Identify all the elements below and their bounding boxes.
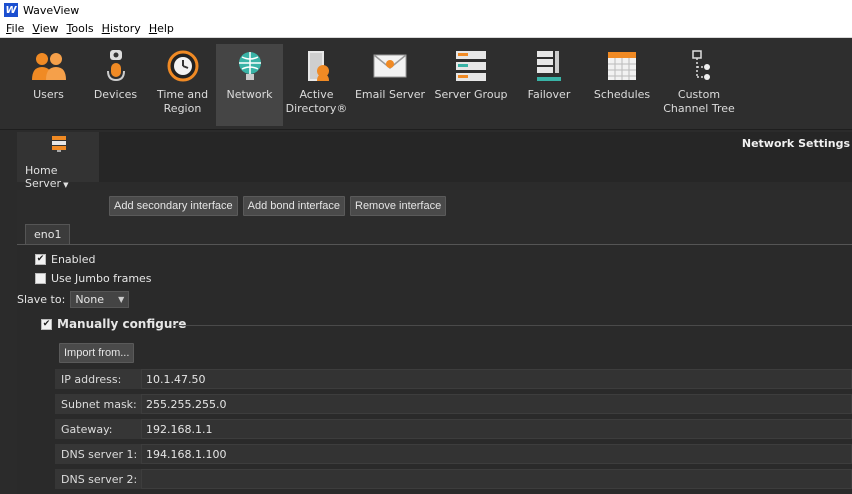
toolbar-devices-button[interactable]: Devices	[82, 44, 149, 126]
home-server-selector[interactable]: Home Server ▼	[17, 132, 99, 190]
toolbar-region-label: Region	[163, 102, 202, 115]
toolbar-custom-channel-tree-button[interactable]: Custom Channel Tree	[658, 44, 740, 126]
jumbo-frames-label: Use Jumbo frames	[51, 272, 152, 285]
channel-tree-icon	[681, 48, 717, 84]
chevron-down-icon: ▼	[118, 295, 125, 304]
slave-to-label: Slave to:	[17, 293, 66, 306]
slave-to-value: None	[75, 293, 105, 306]
window-titlebar: W WaveView	[0, 0, 852, 20]
clock-globe-icon	[165, 48, 201, 84]
network-settings-panel: Add secondary interface Add bond interfa…	[17, 190, 852, 494]
manual-configure-checkbox[interactable]: ✔	[41, 318, 52, 330]
camera-microphone-icon	[98, 48, 134, 84]
interface-tab-panel: ✔ Enabled Use Jumbo frames Slave to: Non…	[17, 244, 852, 494]
toolbar-email-server-button[interactable]: Email Server	[350, 44, 430, 126]
email-envelope-icon	[372, 48, 408, 84]
subnet-mask-field[interactable]: 255.255.255.0	[141, 394, 852, 414]
toolbar-schedules-button[interactable]: Schedules	[586, 44, 658, 126]
manual-configure-title: Manually configure	[57, 317, 187, 331]
subnet-mask-label: Subnet mask:	[61, 398, 137, 411]
toolbar-failover-label: Failover	[527, 88, 571, 101]
enabled-label: Enabled	[51, 253, 96, 266]
manual-configure-group[interactable]: ✔ Manually configure	[41, 317, 186, 331]
server-group-icon	[453, 48, 489, 84]
menu-tools[interactable]: Tools	[63, 22, 98, 35]
toolbar-active-label: Active	[299, 88, 334, 101]
group-divider	[172, 325, 852, 326]
toolbar-server-group-label: Server Group	[434, 88, 508, 101]
toolbar-failover-button[interactable]: Failover	[512, 44, 586, 126]
active-directory-icon	[299, 48, 335, 84]
toolbar-users-button[interactable]: Users	[15, 44, 82, 126]
toolbar-email-label: Email Server	[354, 88, 426, 101]
jumbo-frames-checkbox-row[interactable]: Use Jumbo frames	[35, 272, 152, 285]
toolbar-users-label: Users	[33, 88, 64, 101]
menu-history[interactable]: History	[98, 22, 145, 35]
dns-server-2-label: DNS server 2:	[61, 473, 138, 486]
network-globe-icon	[232, 48, 268, 84]
toolbar-active-directory-button[interactable]: Active Directory®	[283, 44, 350, 126]
dns-server-1-field[interactable]: 194.168.1.100	[141, 444, 852, 464]
add-bond-interface-button[interactable]: Add bond interface	[242, 196, 345, 216]
menu-help[interactable]: Help	[145, 22, 178, 35]
toolbar-network-button[interactable]: Network	[216, 44, 283, 126]
tab-eno1[interactable]: eno1	[25, 224, 71, 244]
server-icon	[52, 136, 66, 152]
slave-to-row: Slave to: None ▼	[17, 291, 130, 308]
menu-view[interactable]: View	[28, 22, 62, 35]
section-title: Network Settings	[741, 137, 850, 150]
chevron-down-icon: ▼	[63, 181, 69, 189]
dns-server-2-field[interactable]	[141, 469, 852, 489]
jumbo-frames-checkbox[interactable]	[35, 273, 46, 284]
toolbar-time-label: Time and	[156, 88, 209, 101]
main-toolbar: Users Devices Time and Region Network Ac…	[0, 38, 852, 130]
ip-address-label: IP address:	[61, 373, 122, 386]
toolbar-devices-label: Devices	[93, 88, 138, 101]
add-secondary-interface-button[interactable]: Add secondary interface	[109, 196, 238, 216]
remove-interface-button[interactable]: Remove interface	[350, 196, 447, 216]
toolbar-network-label: Network	[226, 88, 273, 101]
menu-bar: File View Tools History Help	[0, 20, 852, 38]
calendar-icon	[604, 48, 640, 84]
toolbar-directory-label: Directory®	[285, 102, 348, 115]
slave-to-select[interactable]: None ▼	[70, 291, 130, 308]
toolbar-schedules-label: Schedules	[593, 88, 651, 101]
ip-address-field[interactable]: 10.1.47.50	[141, 369, 852, 389]
home-server-label: Home Server	[25, 164, 62, 190]
gateway-label: Gateway:	[61, 423, 113, 436]
toolbar-time-region-button[interactable]: Time and Region	[149, 44, 216, 126]
window-title: WaveView	[23, 3, 80, 17]
dns-server-1-label: DNS server 1:	[61, 448, 138, 461]
toolbar-channel-tree-label: Channel Tree	[663, 102, 735, 115]
gateway-field[interactable]: 192.168.1.1	[141, 419, 852, 439]
users-icon	[31, 48, 67, 84]
enabled-checkbox-row[interactable]: ✔ Enabled	[35, 253, 95, 266]
enabled-checkbox[interactable]: ✔	[35, 254, 46, 265]
app-logo: W	[4, 3, 18, 17]
toolbar-server-group-button[interactable]: Server Group	[430, 44, 512, 126]
interface-action-bar: Add secondary interface Add bond interfa…	[109, 196, 447, 216]
menu-file[interactable]: File	[2, 22, 28, 35]
failover-icon	[531, 48, 567, 84]
server-selector-strip: Home Server ▼ Network Settings	[17, 132, 852, 190]
import-from-button[interactable]: Import from...	[59, 343, 135, 363]
toolbar-custom-label: Custom	[677, 88, 721, 101]
